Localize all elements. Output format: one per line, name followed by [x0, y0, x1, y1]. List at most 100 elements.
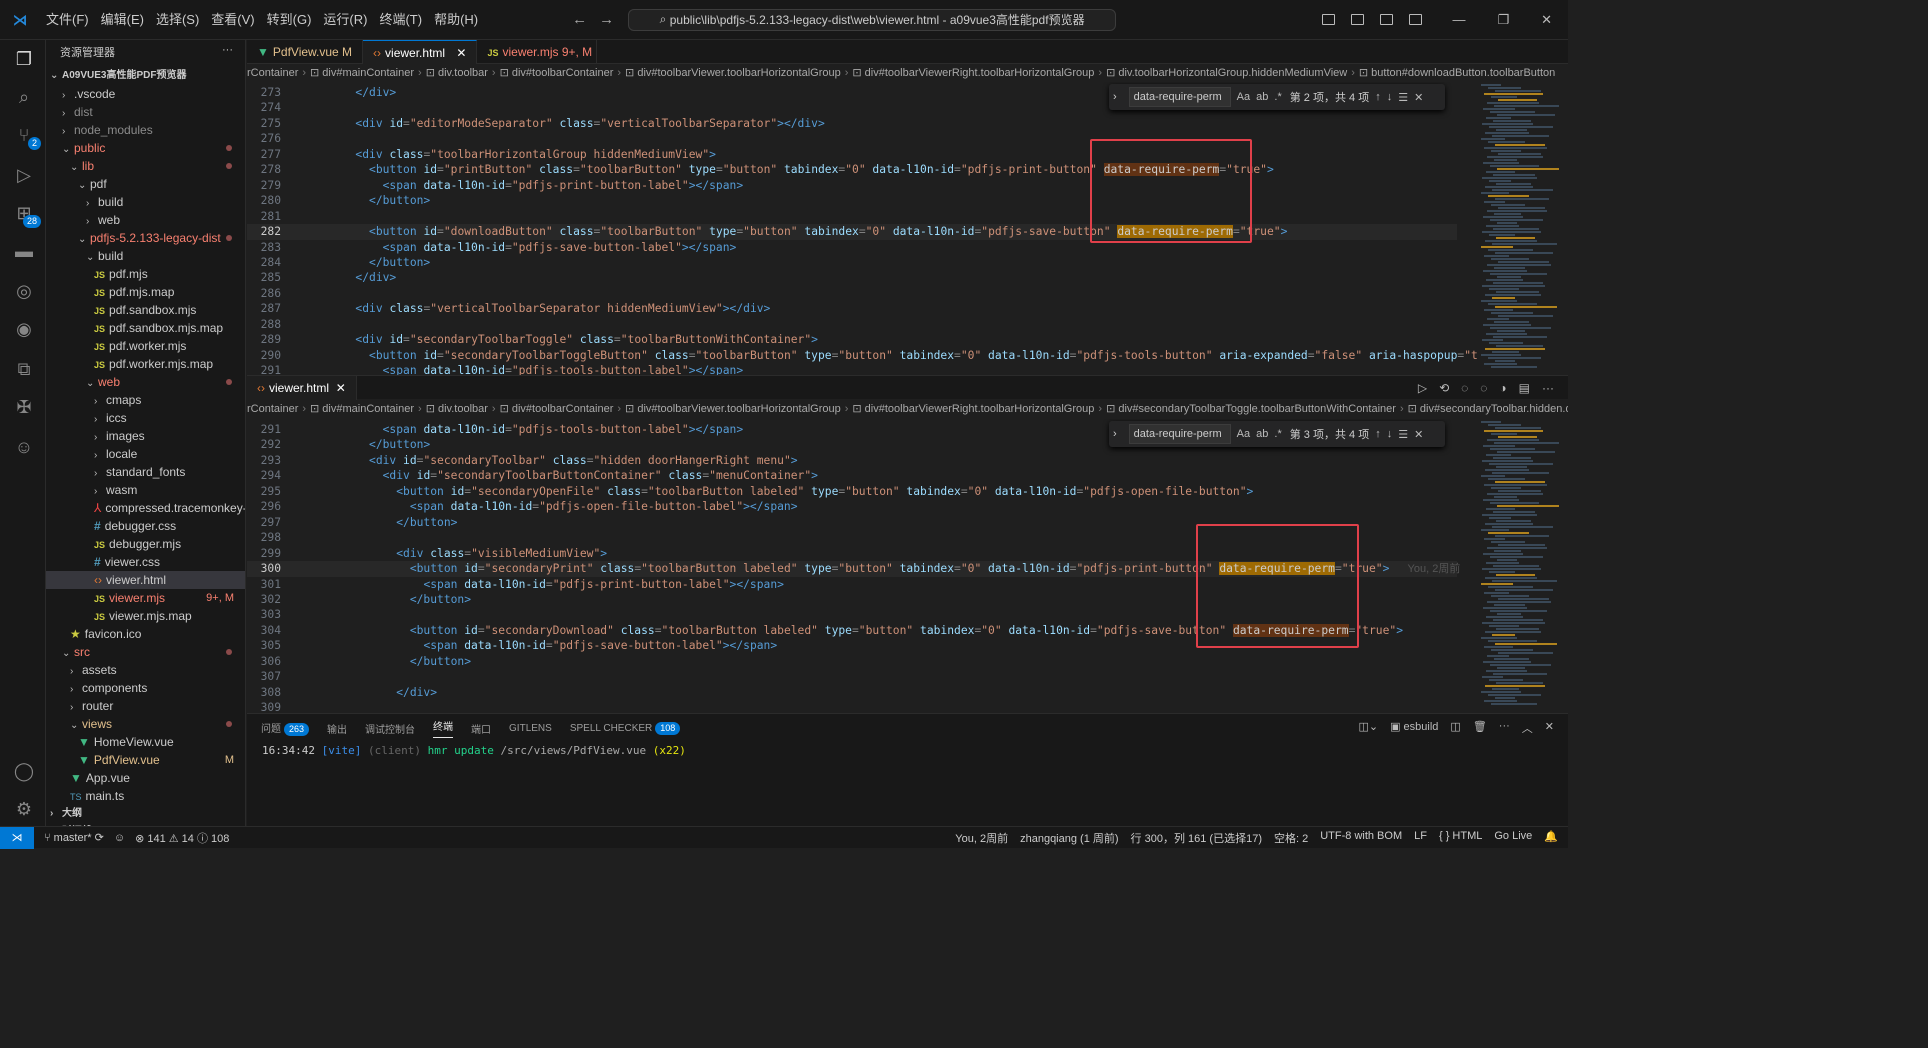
editor-pane-bottom[interactable]: 291 <span data-l10n-id="pdfjs-tools-butt… [247, 419, 1568, 712]
minimize-icon[interactable]: — [1452, 12, 1465, 27]
code-line[interactable]: 306 </button> [247, 654, 1457, 670]
breadcrumb-item[interactable]: ⊡ button#downloadButton.toolbarButton [1359, 67, 1555, 79]
settings-gear-icon[interactable]: ⚙ [13, 798, 35, 820]
run-debug-icon[interactable]: ▷ [13, 164, 35, 186]
panel-tab[interactable]: 输出 [327, 721, 347, 736]
panel-tab[interactable]: SPELL CHECKER 108 [570, 721, 681, 735]
tree-item[interactable]: ⌄ pdf [46, 175, 245, 193]
next-match-icon[interactable]: ↓ [1387, 91, 1393, 103]
close-tab-icon[interactable]: ✕ [453, 46, 466, 60]
tree-item[interactable]: ⅄compressed.tracemonkey-pld... [46, 499, 245, 517]
more-actions-icon[interactable]: ··· [222, 44, 233, 62]
code-line[interactable]: 296 <span data-l10n-id="pdfjs-open-file-… [247, 499, 1457, 515]
match-case-icon[interactable]: Aa [1237, 91, 1250, 103]
split-terminal-icon[interactable]: ◫⌄ [1358, 720, 1378, 736]
search-icon[interactable]: ⌕ [13, 86, 35, 108]
tree-item[interactable]: ⌄ views [46, 715, 245, 733]
code-line[interactable]: 307 [247, 669, 1457, 685]
breadcrumb-item[interactable]: ⊡ div#toolbarContainer [500, 403, 614, 415]
more-actions-icon[interactable]: ··· [1499, 720, 1510, 736]
toggle-replace-icon[interactable]: › [1113, 428, 1117, 440]
tree-item[interactable]: JS pdf.mjs.map [46, 283, 245, 301]
code-line[interactable]: 276 [247, 131, 1457, 147]
editor-tab[interactable]: ▼ PdfView.vue M [247, 40, 364, 64]
tree-item[interactable]: ⌄ pdfjs-5.2.133-legacy-dist [46, 229, 245, 247]
code-line[interactable]: 275 <div id="editorModeSeparator" class=… [247, 116, 1457, 132]
breadcrumb-item[interactable]: ⊡ div#toolbarViewer.toolbarHorizontalGro… [625, 403, 841, 415]
panel-tab[interactable]: 终端 [433, 718, 454, 738]
tree-item[interactable]: # debugger.css [46, 517, 245, 535]
breadcrumb-item[interactable]: ⊡ div#toolbarViewerRight.toolbarHorizont… [852, 67, 1094, 79]
tree-item[interactable]: ▼ HomeView.vue [46, 733, 245, 751]
tree-item[interactable]: JS viewer.mjs.map [46, 607, 245, 625]
tree-item[interactable]: ⌄ lib [46, 157, 245, 175]
breadcrumb-item[interactable]: rContainer [247, 67, 298, 79]
previous-match-icon[interactable]: ↑ [1375, 428, 1381, 440]
tree-item[interactable]: › images [46, 427, 245, 445]
back-arrow-icon[interactable]: ← [572, 11, 587, 28]
gitlens-icon[interactable]: ◉ [13, 318, 35, 340]
code-line[interactable]: 287 <div class="verticalToolbarSeparator… [247, 301, 1457, 317]
code-line[interactable]: 290 <button id="secondaryToolbarToggleBu… [247, 348, 1505, 364]
copilot-status-icon[interactable]: ☺ [114, 832, 125, 844]
code-line[interactable]: 293 <div id="secondaryToolbar" class="hi… [247, 453, 1457, 469]
more-actions-icon[interactable]: ··· [1542, 381, 1554, 395]
tree-item[interactable]: › assets [46, 661, 245, 679]
code-line[interactable]: 308 </div> [247, 685, 1457, 701]
previous-change-icon[interactable]: ◌ [1461, 381, 1468, 395]
status-item[interactable]: UTF-8 with BOM [1320, 830, 1402, 846]
panel-tab[interactable]: 端口 [471, 721, 491, 736]
code-line[interactable]: 281 [247, 209, 1457, 225]
next-change-icon[interactable]: ◌ [1480, 381, 1487, 395]
problems-indicator[interactable]: ⊗ 141 ⚠ 14 ⓘ 108 [135, 830, 229, 846]
tree-item[interactable]: TS main.ts [46, 787, 245, 805]
editor-tab[interactable]: JS viewer.mjs 9+, M [477, 40, 598, 64]
code-line[interactable]: 291 <span data-l10n-id="pdfjs-tools-butt… [247, 363, 1457, 375]
match-word-icon[interactable]: ab [1256, 428, 1268, 440]
code-line[interactable]: 286 [247, 286, 1457, 302]
breadcrumb-item[interactable]: ⊡ div#mainContainer [310, 67, 414, 79]
panel-tab[interactable]: 调试控制台 [365, 721, 415, 736]
breadcrumb-item[interactable]: ⊡ div.toolbar [426, 403, 488, 415]
next-match-icon[interactable]: ↓ [1387, 428, 1393, 440]
find-in-selection-icon[interactable]: ☰ [1398, 428, 1408, 441]
tree-item[interactable]: › components [46, 679, 245, 697]
tree-item[interactable]: › 大纲 [46, 805, 245, 823]
code-line[interactable]: 289 <div id="secondaryToolbarToggle" cla… [247, 332, 1457, 348]
editor-tab[interactable]: ‹› viewer.html ✕ [363, 40, 478, 64]
tree-item[interactable]: JS pdf.sandbox.mjs.map [46, 319, 245, 337]
find-input[interactable]: data-require-perm [1128, 87, 1231, 107]
blame-icon[interactable]: ◑ [1499, 381, 1506, 395]
open-changes-icon[interactable]: ⟲ [1439, 381, 1449, 395]
tree-item[interactable]: › dist [46, 103, 245, 121]
tree-item[interactable]: ‹› viewer.html [46, 571, 245, 589]
terminal-shell-icon[interactable]: ▣ esbuild [1390, 720, 1438, 736]
menu-item[interactable]: 查看(V) [205, 0, 260, 40]
close-window-icon[interactable]: ✕ [1541, 12, 1552, 28]
explorer-icon[interactable]: ❐ [13, 48, 35, 70]
tree-item[interactable]: › .vscode [46, 85, 245, 103]
code-line[interactable]: 278 <button id="printButton" class="tool… [247, 162, 1457, 178]
code-line[interactable]: 284 </button> [247, 255, 1457, 271]
breadcrumb-item[interactable]: ⊡ div#secondaryToolbarToggle.toolbarButt… [1106, 403, 1396, 415]
gitlens-inspect-icon[interactable]: ✠ [13, 396, 35, 418]
minimap[interactable] [1477, 82, 1563, 375]
account-icon[interactable]: ◯ [13, 760, 35, 782]
tree-item[interactable]: › standard_fonts [46, 463, 245, 481]
split-icon[interactable]: ◫ [1450, 720, 1460, 736]
tree-item[interactable]: JS pdf.sandbox.mjs [46, 301, 245, 319]
menu-item[interactable]: 选择(S) [150, 0, 205, 40]
run-icon[interactable]: ▷ [1418, 381, 1427, 395]
tree-item[interactable]: › web [46, 211, 245, 229]
tree-item[interactable]: › build [46, 193, 245, 211]
toggle-panel-icon[interactable] [1380, 14, 1394, 25]
git-graph-icon[interactable]: ⧉ [13, 358, 35, 380]
trash-icon[interactable]: 🗑 [1473, 720, 1487, 736]
status-item[interactable]: You, 2周前 [955, 830, 1008, 846]
code-line[interactable]: 283 <span data-l10n-id="pdfjs-save-butto… [247, 240, 1457, 256]
toggle-sidebar-icon[interactable] [1351, 14, 1365, 25]
breadcrumb-item[interactable]: ⊡ div.toolbarHorizontalGroup.hiddenMediu… [1106, 67, 1347, 79]
tree-item[interactable]: › locale [46, 445, 245, 463]
panel-tab[interactable]: GITLENS [509, 723, 552, 734]
tree-item[interactable]: JS pdf.worker.mjs.map [46, 355, 245, 373]
